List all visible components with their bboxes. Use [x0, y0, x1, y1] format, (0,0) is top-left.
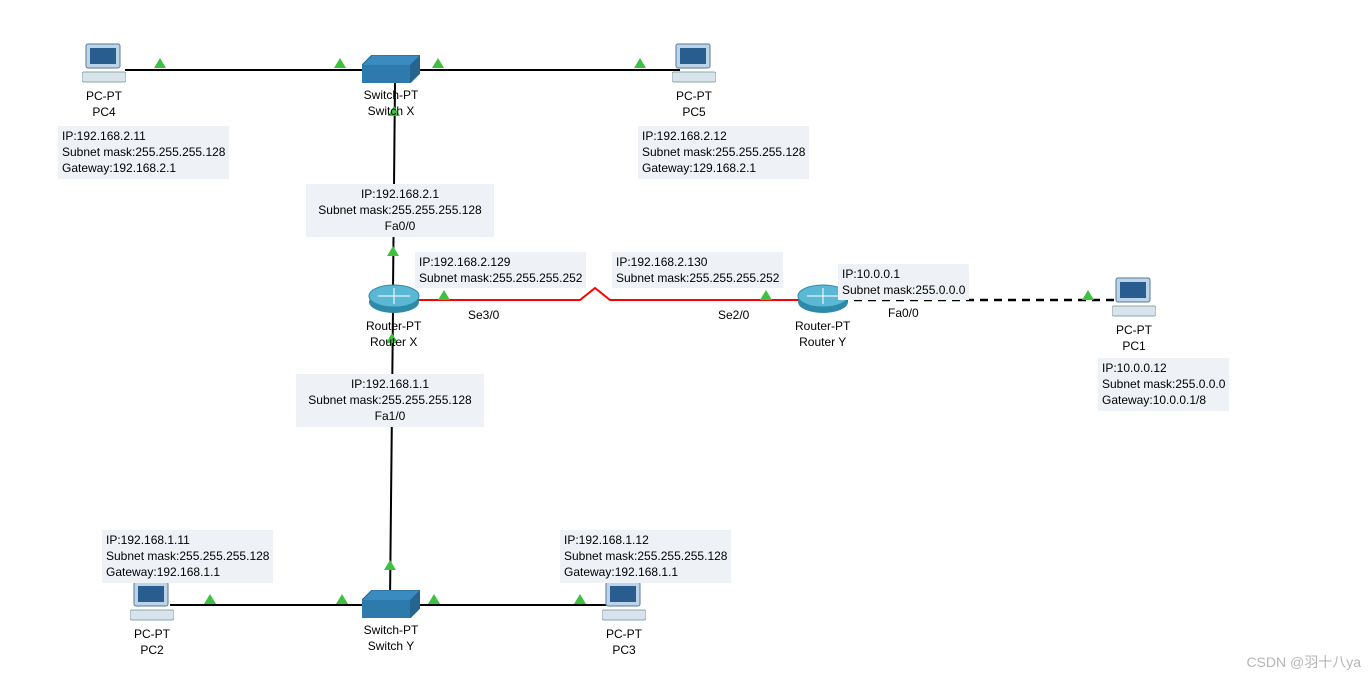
device-pc4[interactable]: PC-PT PC4	[82, 42, 126, 120]
config-rx-fa00[interactable]: IP:192.168.2.1Subnet mask:255.255.255.12…	[306, 184, 494, 237]
pc-icon	[602, 580, 646, 622]
config-ry-se20[interactable]: IP:192.168.2.130 Subnet mask:255.255.255…	[612, 252, 783, 288]
topology-canvas: PC-PT PC4 PC-PT PC5 Switch-PT Switch X Swit…	[0, 0, 1371, 678]
device-type: Switch-PT	[364, 623, 419, 637]
label-fa00-ry: Fa0/0	[888, 306, 919, 320]
config-pc1[interactable]: IP:10.0.0.12 Subnet mask:255.0.0.0 Gatew…	[1098, 358, 1229, 411]
device-type: Switch-PT	[364, 88, 419, 102]
label-se30: Se3/0	[468, 308, 499, 322]
device-name: PC1	[1122, 339, 1145, 353]
pc-icon	[1112, 276, 1156, 318]
device-pc2[interactable]: PC-PT PC2	[130, 580, 174, 658]
device-pc3[interactable]: PC-PT PC3	[602, 580, 646, 658]
device-type: PC-PT	[134, 627, 170, 641]
config-ry-fa00[interactable]: IP:10.0.0.1 Subnet mask:255.0.0.0	[838, 264, 969, 300]
pc-icon	[82, 42, 126, 84]
pc-icon	[672, 42, 716, 84]
label-se20: Se2/0	[718, 308, 749, 322]
device-name: PC5	[682, 105, 705, 119]
device-type: PC-PT	[606, 627, 642, 641]
device-name: Switch X	[368, 104, 415, 118]
config-pc5[interactable]: IP:192.168.2.12 Subnet mask:255.255.255.…	[638, 126, 809, 179]
device-router-x[interactable]: Router-PT Router X	[366, 284, 421, 350]
switch-icon	[362, 55, 420, 83]
config-rx-se30[interactable]: IP:192.168.2.129 Subnet mask:255.255.255…	[415, 252, 586, 288]
device-type: PC-PT	[86, 89, 122, 103]
device-switch-x[interactable]: Switch-PT Switch X	[362, 55, 420, 119]
switch-icon	[362, 590, 420, 618]
config-pc2[interactable]: IP:192.168.1.11 Subnet mask:255.255.255.…	[102, 530, 273, 583]
device-name: Switch Y	[368, 639, 414, 653]
config-rx-fa10[interactable]: IP:192.168.1.1Subnet mask:255.255.255.12…	[296, 374, 484, 427]
device-name: PC2	[140, 643, 163, 657]
config-pc3[interactable]: IP:192.168.1.12 Subnet mask:255.255.255.…	[560, 530, 731, 583]
device-type: Router-PT	[366, 319, 421, 333]
watermark: CSDN @羽十八ya	[1246, 652, 1361, 672]
device-name: Router X	[370, 335, 417, 349]
device-name: PC3	[612, 643, 635, 657]
config-pc4[interactable]: IP:192.168.2.11 Subnet mask:255.255.255.…	[58, 126, 229, 179]
device-pc1[interactable]: PC-PT PC1	[1112, 276, 1156, 354]
device-type: PC-PT	[676, 89, 712, 103]
device-pc5[interactable]: PC-PT PC5	[672, 42, 716, 120]
device-switch-y[interactable]: Switch-PT Switch Y	[362, 590, 420, 654]
device-type: PC-PT	[1116, 323, 1152, 337]
pc-icon	[130, 580, 174, 622]
router-icon	[368, 284, 420, 314]
device-name: Router Y	[799, 335, 846, 349]
device-name: PC4	[92, 105, 115, 119]
device-type: Router-PT	[795, 319, 850, 333]
